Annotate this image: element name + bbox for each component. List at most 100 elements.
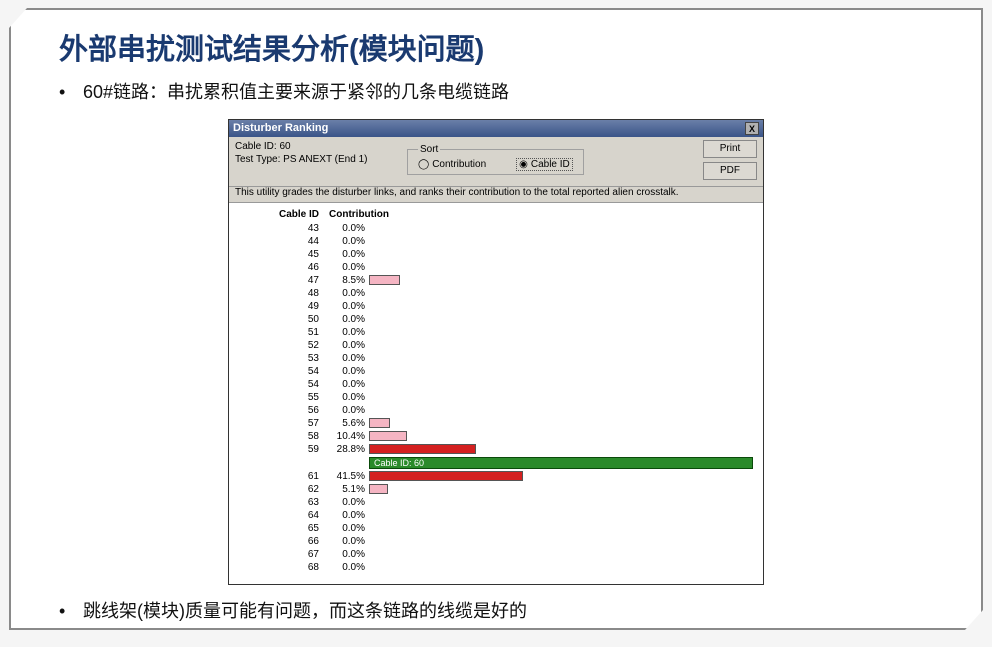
- contribution-bar: [369, 275, 400, 285]
- table-row: 630.0%: [233, 496, 759, 509]
- contribution-cell: 0.0%: [329, 523, 369, 534]
- bar-area: [369, 249, 759, 260]
- table-row: 540.0%: [233, 365, 759, 378]
- chart-header: Cable ID Contribution: [233, 209, 759, 222]
- table-row: 510.0%: [233, 326, 759, 339]
- table-row: 6141.5%: [233, 470, 759, 483]
- contribution-cell: 0.0%: [329, 510, 369, 521]
- bar-area: [369, 405, 759, 416]
- contribution-cell: 0.0%: [329, 405, 369, 416]
- sort-legend: Sort: [418, 144, 440, 155]
- radio-cableid[interactable]: ◉ Cable ID: [516, 158, 573, 171]
- bullet-item: 跳线架(模块)质量可能有问题，而这条链路的线缆是好的: [59, 597, 981, 626]
- cable-id-cell: 57: [233, 418, 329, 429]
- contribution-cell: 0.0%: [329, 340, 369, 351]
- contribution-cell: 0.0%: [329, 262, 369, 273]
- table-row: 670.0%: [233, 548, 759, 561]
- table-row: 478.5%: [233, 274, 759, 287]
- bar-area: [369, 353, 759, 364]
- bar-area: [369, 497, 759, 508]
- bar-area: [369, 327, 759, 338]
- bullet-list-bottom: 跳线架(模块)质量可能有问题，而这条链路的线缆是好的: [11, 597, 981, 626]
- contribution-cell: 0.0%: [329, 549, 369, 560]
- print-button[interactable]: Print: [703, 140, 757, 158]
- table-row: 660.0%: [233, 535, 759, 548]
- contribution-cell: 10.4%: [329, 431, 369, 442]
- cable-id-cell: 58: [233, 431, 329, 442]
- self-cable-bar: Cable ID: 60: [369, 457, 753, 469]
- contribution-cell: 0.0%: [329, 327, 369, 338]
- cable-id-cell: 62: [233, 484, 329, 495]
- radio-label: Contribution: [432, 159, 486, 170]
- contribution-bar: [369, 444, 476, 454]
- table-row: 480.0%: [233, 287, 759, 300]
- cable-id-cell: 45: [233, 249, 329, 260]
- cable-id-cell: 63: [233, 497, 329, 508]
- radio-contribution[interactable]: ◯ Contribution: [418, 158, 486, 171]
- cable-id-cell: 61: [233, 471, 329, 482]
- window-description: This utility grades the disturber links,…: [229, 187, 763, 203]
- cable-id-cell: 49: [233, 301, 329, 312]
- contribution-bar: [369, 431, 407, 441]
- contribution-cell: 28.8%: [329, 444, 369, 455]
- disturber-chart: Cable ID Contribution 430.0%440.0%450.0%…: [229, 203, 763, 584]
- contribution-cell: 0.0%: [329, 379, 369, 390]
- cable-id-cell: 47: [233, 275, 329, 286]
- table-row: 460.0%: [233, 261, 759, 274]
- close-icon[interactable]: X: [745, 122, 759, 135]
- contribution-cell: 8.5%: [329, 275, 369, 286]
- contribution-cell: 0.0%: [329, 249, 369, 260]
- bar-area: [369, 562, 759, 573]
- contribution-cell: 0.0%: [329, 301, 369, 312]
- radio-icon: ◯: [418, 159, 429, 170]
- disturber-window: Disturber Ranking X Cable ID: 60 Test Ty…: [228, 119, 764, 585]
- bar-area: [369, 484, 759, 495]
- self-cable-row: Cable ID: 60: [233, 456, 759, 470]
- cable-id-cell: 65: [233, 523, 329, 534]
- col-header-cable: Cable ID: [233, 209, 329, 220]
- contribution-cell: 0.0%: [329, 353, 369, 364]
- bar-area: [369, 471, 759, 482]
- cable-id-cell: 66: [233, 536, 329, 547]
- contribution-cell: 0.0%: [329, 366, 369, 377]
- contribution-cell: 41.5%: [329, 471, 369, 482]
- bar-area: [369, 379, 759, 390]
- bar-area: [369, 301, 759, 312]
- cable-id-cell: 46: [233, 262, 329, 273]
- cable-id-cell: 52: [233, 340, 329, 351]
- bar-area: [369, 392, 759, 403]
- col-header-contrib: Contribution: [329, 209, 393, 220]
- cable-id-cell: 67: [233, 549, 329, 560]
- contribution-cell: 0.0%: [329, 562, 369, 573]
- bar-area: [369, 314, 759, 325]
- contribution-bar: [369, 471, 523, 481]
- table-row: 680.0%: [233, 561, 759, 574]
- button-column: Print PDF: [703, 140, 757, 180]
- cable-id-cell: 44: [233, 236, 329, 247]
- contribution-cell: 0.0%: [329, 392, 369, 403]
- table-row: 650.0%: [233, 522, 759, 535]
- table-row: 560.0%: [233, 404, 759, 417]
- contribution-bar: [369, 484, 388, 494]
- contribution-bar: [369, 418, 390, 428]
- table-row: 450.0%: [233, 248, 759, 261]
- contribution-cell: 0.0%: [329, 497, 369, 508]
- page-title: 外部串扰测试结果分析(模块问题): [11, 10, 981, 78]
- cable-id-cell: 64: [233, 510, 329, 521]
- sort-group: Sort ◯ Contribution ◉ Cable ID: [407, 140, 691, 175]
- bar-area: [369, 262, 759, 273]
- table-row: 550.0%: [233, 391, 759, 404]
- window-titlebar: Disturber Ranking X: [229, 120, 763, 137]
- table-row: 500.0%: [233, 313, 759, 326]
- table-row: 575.6%: [233, 417, 759, 430]
- table-row: 625.1%: [233, 483, 759, 496]
- bar-area: [369, 523, 759, 534]
- table-row: 490.0%: [233, 300, 759, 313]
- window-title: Disturber Ranking: [233, 122, 328, 134]
- bar-area: [369, 549, 759, 560]
- table-row: 540.0%: [233, 378, 759, 391]
- cable-id-cell: 56: [233, 405, 329, 416]
- table-row: 640.0%: [233, 509, 759, 522]
- bar-area: [369, 431, 759, 442]
- pdf-button[interactable]: PDF: [703, 162, 757, 180]
